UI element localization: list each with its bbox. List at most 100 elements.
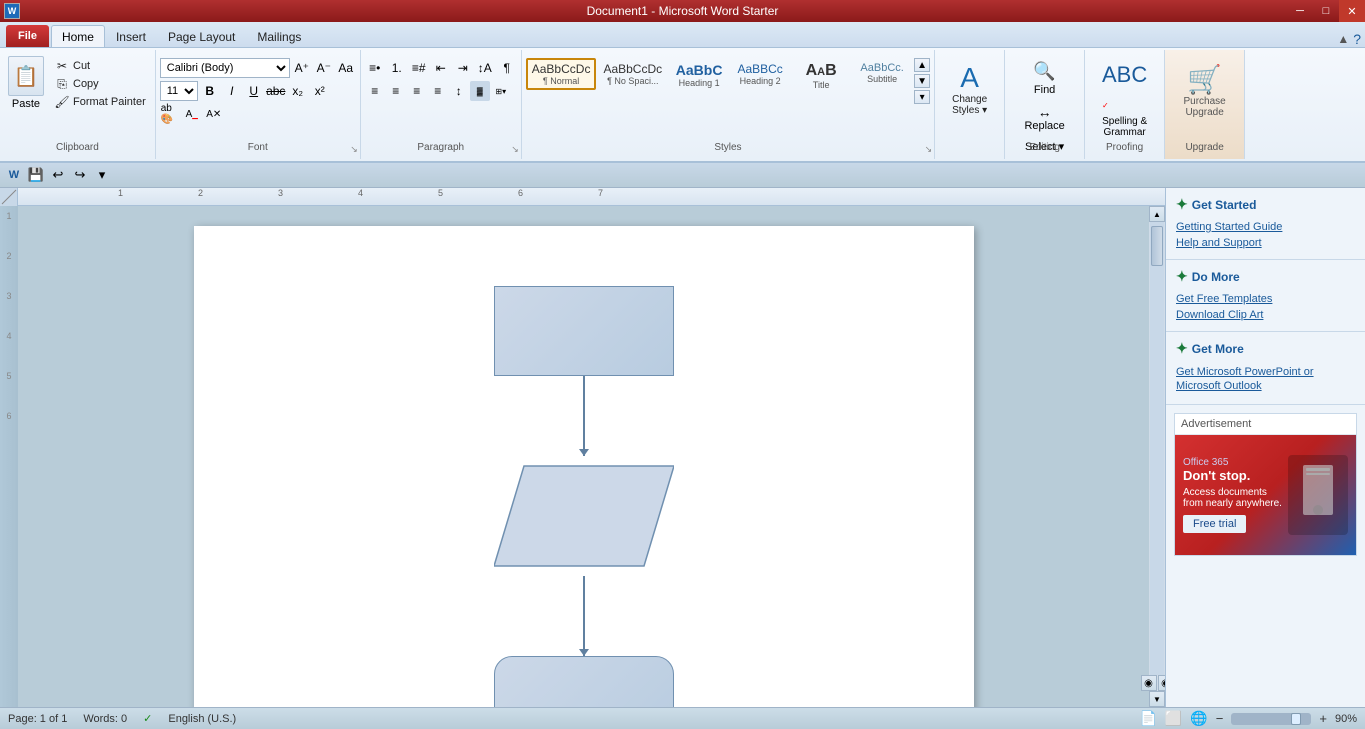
editing-buttons: 🔍 Find ↔ Replace Select ▾ <box>1017 54 1071 176</box>
ad-free-trial-button[interactable]: Free trial <box>1183 515 1246 533</box>
getting-started-guide-link[interactable]: Getting Started Guide <box>1176 219 1355 235</box>
show-marks-button[interactable]: ¶ <box>497 58 517 78</box>
scroll-next-page[interactable]: ◉ <box>1158 675 1166 691</box>
highlight-color-button[interactable]: ab🎨 <box>160 104 180 124</box>
vruler-3: 3 <box>6 291 11 301</box>
maximize-btn[interactable]: □ <box>1313 0 1339 22</box>
connector-2 <box>583 576 585 656</box>
close-btn[interactable]: ✕ <box>1339 0 1365 22</box>
replace-button[interactable]: ↔ Replace <box>1017 101 1071 135</box>
cut-button[interactable]: ✂ Cut <box>52 58 149 74</box>
scroll-up-button[interactable]: ▲ <box>1149 206 1165 222</box>
undo-button[interactable]: ↩ <box>48 165 68 185</box>
font-color-button[interactable]: A_ <box>182 104 202 124</box>
bold-button[interactable]: B <box>200 81 220 101</box>
styles-scroll-down[interactable]: ▼ <box>914 74 930 88</box>
bullets-button[interactable]: ≡• <box>365 58 385 78</box>
italic-button[interactable]: I <box>222 81 242 101</box>
styles-more[interactable]: ▾ <box>914 90 930 104</box>
change-styles-button[interactable]: A ChangeStyles ▾ <box>948 54 991 136</box>
align-right-button[interactable]: ≡ <box>407 81 427 101</box>
shading-button[interactable]: ▓ <box>470 81 490 101</box>
styles-scroll-up[interactable]: ▲ <box>914 58 930 72</box>
font-dialog-launcher[interactable]: ↘ <box>350 144 358 155</box>
scroll-track[interactable] <box>1150 222 1164 675</box>
get-microsoft-link[interactable]: Get Microsoft PowerPoint or Microsoft Ou… <box>1176 363 1355 396</box>
zoom-out-btn[interactable]: − <box>1216 711 1224 726</box>
flowchart-rectangle[interactable] <box>494 286 674 376</box>
style-heading1[interactable]: AaBbC Heading 1 <box>669 58 729 92</box>
styles-dialog-launcher[interactable]: ↘ <box>925 144 933 155</box>
redo-button[interactable]: ↪ <box>70 165 90 185</box>
connector-1 <box>583 376 585 456</box>
format-painter-button[interactable]: 🖌 Format Painter <box>52 94 149 110</box>
tab-file[interactable]: File <box>6 25 49 47</box>
page-info: Page: 1 of 1 <box>8 713 67 725</box>
sort-button[interactable]: ↕A <box>475 58 495 78</box>
multilevel-button[interactable]: ≡# <box>409 58 429 78</box>
ad-brand: Office 365 <box>1183 457 1288 468</box>
style-subtitle[interactable]: AaBbCc. Subtitle <box>852 58 912 88</box>
zoom-slider[interactable] <box>1231 713 1311 725</box>
style-normal[interactable]: AaBbCcDc ¶ Normal <box>526 58 597 90</box>
strikethrough-button[interactable]: abc <box>266 81 286 101</box>
tab-mailings[interactable]: Mailings <box>246 25 312 47</box>
indent-decrease-button[interactable]: ⇤ <box>431 58 451 78</box>
font-size-shrink-btn[interactable]: A⁻ <box>314 58 334 78</box>
indent-increase-button[interactable]: ⇥ <box>453 58 473 78</box>
change-case-btn[interactable]: Aa <box>336 58 356 78</box>
ribbon-toggle-btn[interactable]: ▲ <box>1337 32 1349 46</box>
find-label: Find <box>1034 84 1055 96</box>
scroll-down-button[interactable]: ▼ <box>1149 691 1165 707</box>
underline-button[interactable]: U <box>244 81 264 101</box>
clipboard-label: Clipboard <box>0 142 155 155</box>
style-no-spacing[interactable]: AaBbCcDc ¶ No Spaci... <box>597 58 668 90</box>
numbering-button[interactable]: 1. <box>387 58 407 78</box>
flowchart-rounded-rect[interactable] <box>494 656 674 707</box>
advertisement-panel: Advertisement Office 365 Don't stop. Acc… <box>1174 413 1357 556</box>
change-styles-icon: A <box>960 62 979 94</box>
help-support-link[interactable]: Help and Support <box>1176 235 1355 251</box>
view-normal-btn[interactable]: 📄 <box>1139 710 1156 727</box>
minimize-btn[interactable]: ─ <box>1287 0 1313 22</box>
tab-home[interactable]: Home <box>51 25 105 47</box>
replace-icon: ↔ <box>1038 104 1052 120</box>
purchase-upgrade-button[interactable]: 🛒 PurchaseUpgrade <box>1180 55 1230 138</box>
words-info: Words: 0 <box>83 713 127 725</box>
align-center-button[interactable]: ≡ <box>386 81 406 101</box>
justify-button[interactable]: ≡ <box>428 81 448 101</box>
get-free-templates-link[interactable]: Get Free Templates <box>1176 291 1355 307</box>
style-heading2[interactable]: AaBBCc Heading 2 <box>730 58 790 90</box>
clear-formatting-button[interactable]: A✕ <box>204 104 224 124</box>
ribbon-tabs-bar: File Home Insert Page Layout Mailings ▲ … <box>0 22 1365 48</box>
find-button[interactable]: 🔍 Find <box>1017 58 1071 99</box>
font-family-select[interactable]: Calibri (Body) <box>160 58 290 78</box>
document-page[interactable] <box>194 226 974 707</box>
zoom-in-btn[interactable]: + <box>1319 711 1327 726</box>
line-spacing-button[interactable]: ↕ <box>449 81 469 101</box>
paste-button[interactable]: 📋 Paste <box>4 54 48 112</box>
align-left-button[interactable]: ≡ <box>365 81 385 101</box>
font-size-grow-btn[interactable]: A⁺ <box>292 58 312 78</box>
tab-insert[interactable]: Insert <box>105 25 157 47</box>
get-started-icon: ✦ <box>1176 196 1188 213</box>
font-size-select[interactable]: 11 <box>160 81 198 101</box>
scroll-thumb[interactable] <box>1151 226 1163 266</box>
view-web-btn[interactable]: 🌐 <box>1190 710 1207 727</box>
help-btn[interactable]: ? <box>1353 31 1361 47</box>
borders-button[interactable]: ⊞▾ <box>491 81 511 101</box>
view-fullscreen-btn[interactable]: ⬜ <box>1165 710 1182 727</box>
subscript-button[interactable]: x₂ <box>288 81 308 101</box>
scroll-prev-page[interactable]: ◉ <box>1141 675 1157 691</box>
qa-dropdown[interactable]: ▾ <box>92 165 112 185</box>
save-button[interactable]: 💾 <box>26 165 46 185</box>
tab-page-layout[interactable]: Page Layout <box>157 25 246 47</box>
vertical-scrollbar[interactable]: ▲ ◉ ◉ ▼ <box>1149 206 1165 707</box>
copy-button[interactable]: ⎘ Copy <box>52 76 149 92</box>
vruler-6: 6 <box>6 411 11 421</box>
download-clip-art-link[interactable]: Download Clip Art <box>1176 307 1355 323</box>
flowchart-parallelogram[interactable] <box>494 456 674 576</box>
style-title[interactable]: AaB Title <box>791 58 851 94</box>
superscript-button[interactable]: x² <box>310 81 330 101</box>
para-dialog-launcher[interactable]: ↘ <box>511 144 519 155</box>
